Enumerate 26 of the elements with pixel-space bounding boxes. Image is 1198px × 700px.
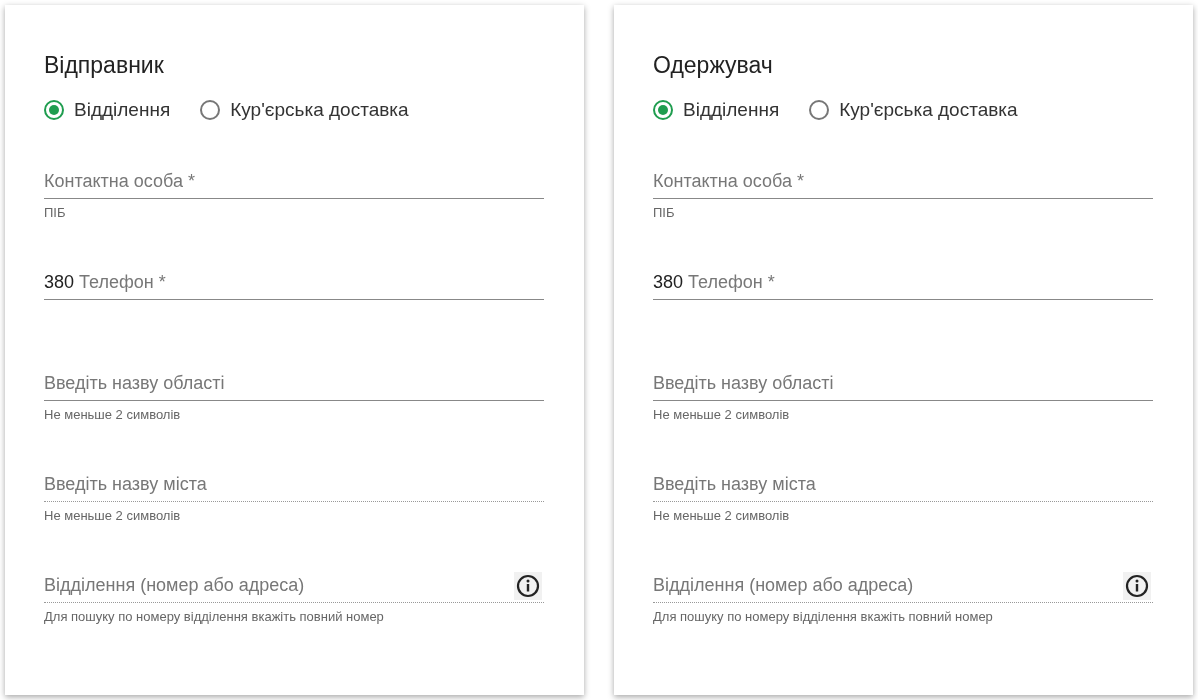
country-code: 380 [653,266,689,300]
radio-button[interactable] [809,100,830,120]
helper-text: Не меньше 2 символів [653,406,790,422]
radio-button[interactable] [653,100,673,120]
input-field[interactable]: Введіть назву області [44,367,544,401]
helper-text: ПІБ [653,204,675,220]
radio-option[interactable]: Відділення [44,99,171,121]
helper-text: Не меньше 2 символів [44,406,181,422]
radio-button[interactable] [44,100,64,120]
helper-text: Не меньше 2 символів [653,507,790,523]
input-field[interactable]: Введіть назву області [653,367,1153,401]
input-field[interactable]: Телефон * [79,266,544,300]
helper-text: ПІБ [44,204,66,220]
helper-text: Для пошуку по номеру відділення вкажіть повний номер [44,608,384,624]
input-field[interactable]: Контактна особа * [44,165,544,199]
radio-option[interactable]: Відділення [653,99,780,121]
input-field[interactable]: Телефон * [688,266,1153,300]
helper-text: Для пошуку по номеру відділення вкажіть повний номер [653,608,993,624]
section-title: Відправник [44,51,165,79]
country-code: 380 [44,266,80,300]
radio-label: Відділення [74,99,171,121]
section-title: Одержувач [653,51,774,79]
radio-button[interactable] [200,100,221,120]
radio-label: Відділення [683,99,780,121]
input-field[interactable]: Контактна особа * [653,165,1153,199]
helper-text: Не меньше 2 символів [44,507,181,523]
